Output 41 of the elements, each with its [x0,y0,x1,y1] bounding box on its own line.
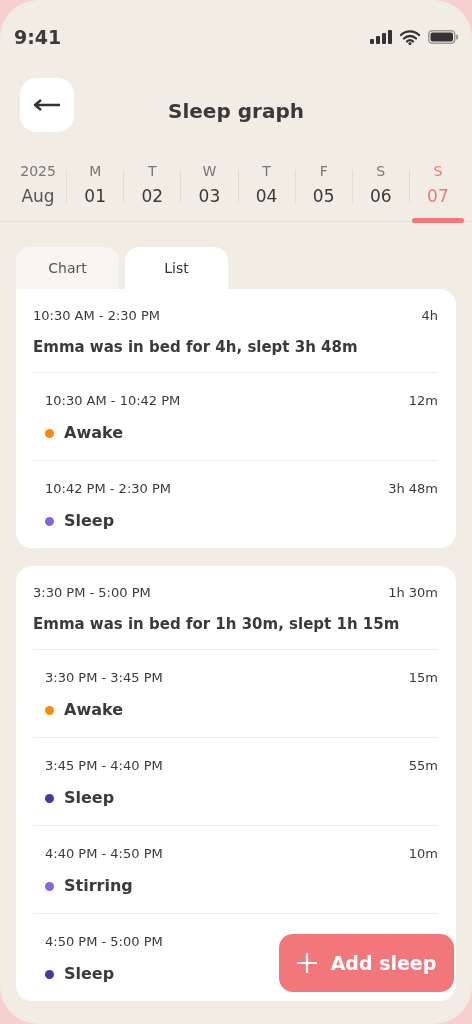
day-item[interactable]: W 03 [181,158,238,221]
duration: 15m [408,669,438,687]
time-range: 10:42 PM - 2:30 PM [45,480,171,498]
time-range: 4:50 PM - 5:00 PM [45,933,163,951]
sleep-state: Awake [64,422,124,444]
time-range: 3:30 PM - 5:00 PM [33,584,151,602]
page-title: Sleep graph [168,99,304,123]
sleep-state: Sleep [64,787,115,809]
duration: 12m [408,392,438,410]
time-range: 4:40 PM - 4:50 PM [45,845,163,863]
duration: 55m [408,757,438,775]
time-range: 10:30 AM - 2:30 PM [33,307,161,325]
duration: 4h [421,307,438,325]
back-button[interactable] [20,78,74,132]
sleep-state: Sleep [64,963,115,985]
sleep-state: Sleep [64,510,115,532]
day-item[interactable]: F 05 [295,158,352,221]
sleep-state: Stirring [64,875,133,897]
session-summary: Emma was in bed for 1h 30m, slept 1h 15m [33,614,401,635]
day-item[interactable]: T 02 [124,158,181,221]
session-summary: Emma was in bed for 4h, slept 3h 48m [33,337,359,358]
battery-icon [428,30,458,44]
plus-icon [296,953,317,973]
day-item[interactable]: S 06 [352,158,409,221]
time-range: 3:45 PM - 4:40 PM [45,757,163,775]
wifi-icon [400,29,420,45]
view-tab[interactable]: List [125,247,228,289]
day-item[interactable]: M 01 [67,158,124,221]
sleep-state: Awake [64,699,124,721]
view-tab[interactable]: Chart [16,247,119,289]
month-label: Aug [21,185,55,208]
year-label: 2025 [20,162,56,181]
signal-icon [370,30,392,44]
back-arrow-icon [33,99,61,111]
duration: 3h 48m [388,480,438,498]
duration: 10m [408,845,438,863]
duration: 1h 30m [388,584,438,602]
time-range: 10:30 AM - 10:42 PM [45,392,181,410]
day-item[interactable]: T 04 [238,158,295,221]
status-time: 9:41 [14,24,62,50]
time-range: 3:30 PM - 3:45 PM [45,669,163,687]
